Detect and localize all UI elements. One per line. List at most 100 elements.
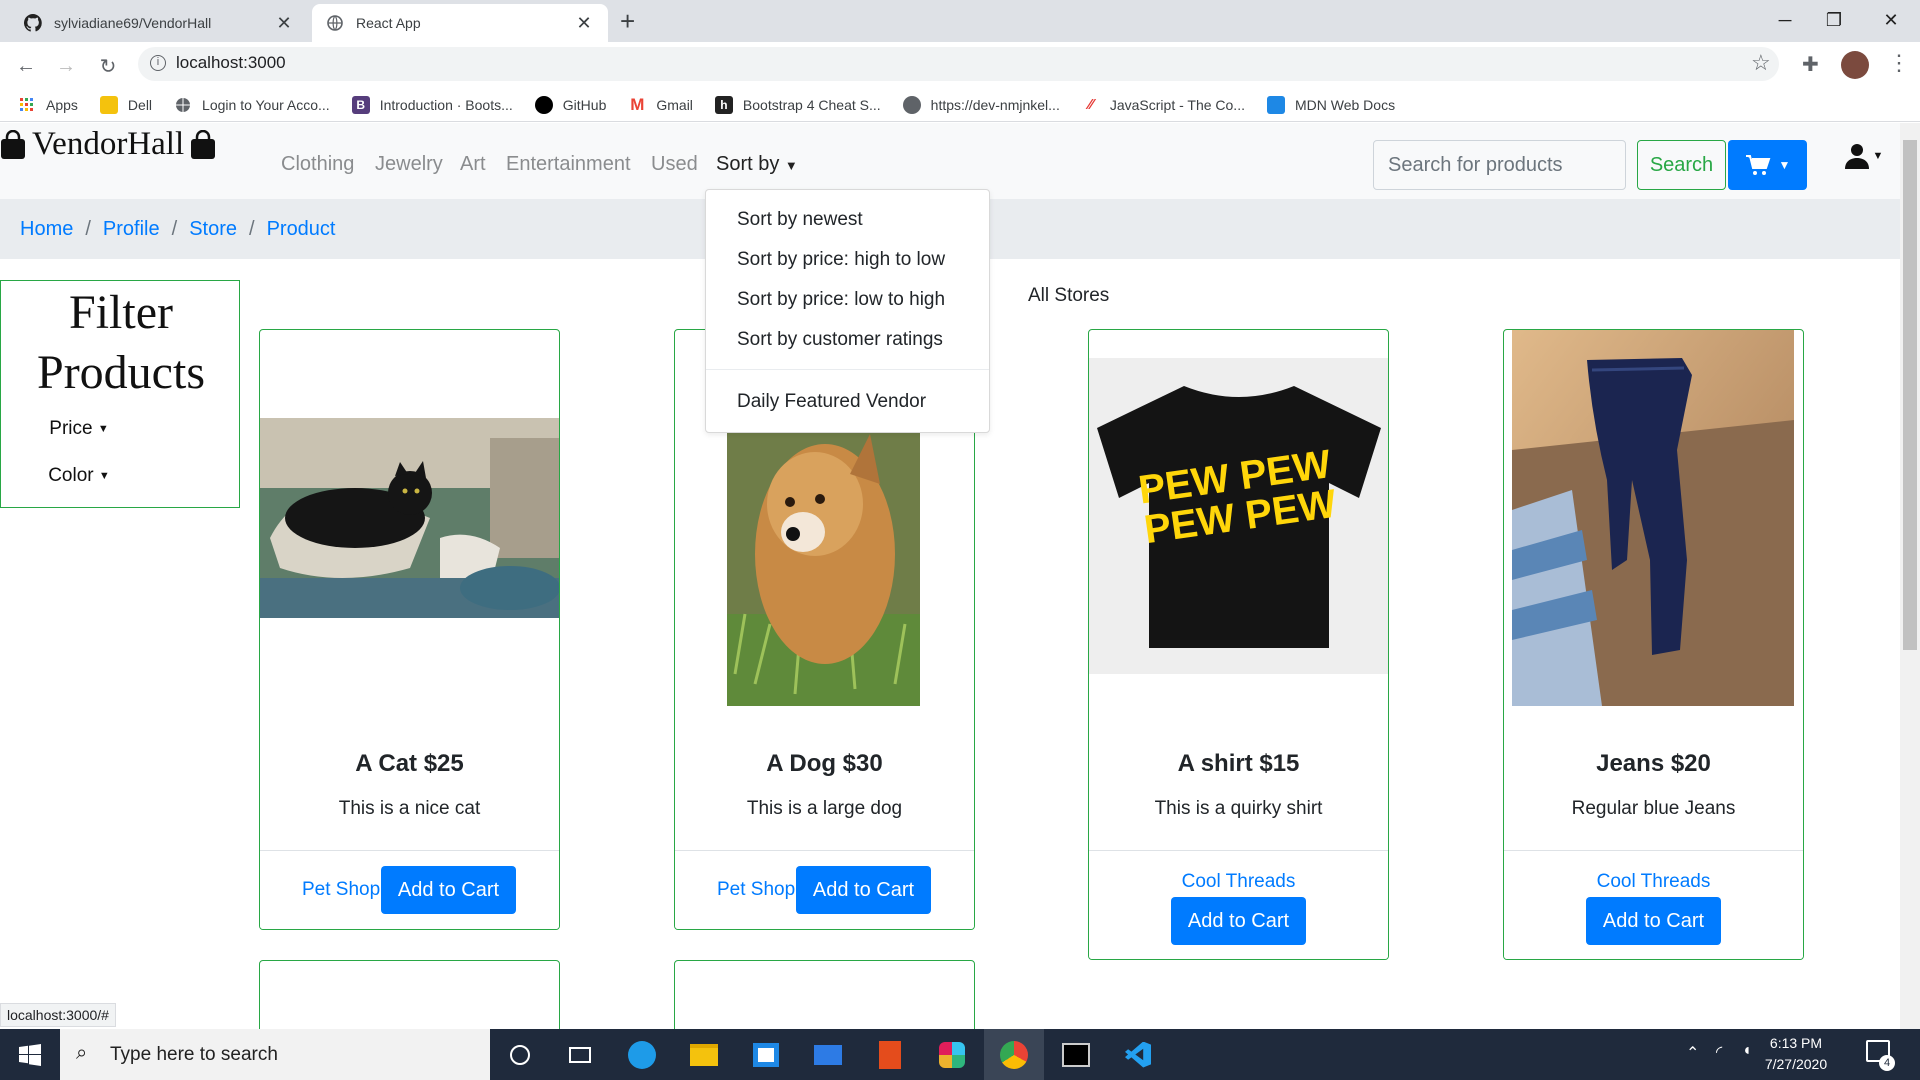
tab-react-app[interactable]: React App ✕ <box>312 4 608 42</box>
tab-github[interactable]: sylviadiane69/VendorHall ✕ <box>10 4 308 42</box>
close-tab-icon[interactable]: ✕ <box>574 13 594 34</box>
daily-featured-vendor-item[interactable]: Daily Featured Vendor <box>706 382 989 422</box>
card-footer: Cool Threads Add to Cart <box>1504 850 1803 959</box>
jeans-photo[interactable] <box>1512 330 1794 706</box>
scrollbar-thumb[interactable] <box>1903 140 1917 650</box>
edge-icon[interactable] <box>612 1029 672 1080</box>
product-description: This is a quirky shirt <box>1154 798 1323 819</box>
minimize-icon[interactable]: ─ <box>1760 4 1810 36</box>
add-to-cart-button[interactable]: Add to Cart <box>1586 897 1721 945</box>
nav-link-art[interactable]: Art <box>460 153 486 176</box>
volume-icon[interactable]: ◖ <box>1742 1042 1752 1060</box>
slack-icon[interactable] <box>922 1029 982 1080</box>
product-card: PEW PEW PEW PEW A shirt $15 This is a qu… <box>1088 329 1389 960</box>
terminal-icon[interactable] <box>1046 1029 1106 1080</box>
add-to-cart-button[interactable]: Add to Cart <box>1171 897 1306 945</box>
close-tab-icon[interactable]: ✕ <box>274 13 294 34</box>
shirt-photo[interactable]: PEW PEW PEW PEW <box>1089 358 1388 674</box>
mail-icon[interactable] <box>798 1029 858 1080</box>
bookmark-label: https://dev-nmjnkel... <box>930 96 1060 113</box>
cortana-icon[interactable] <box>490 1029 550 1080</box>
office-icon[interactable] <box>860 1029 920 1080</box>
search-input[interactable]: Search for products <box>1373 140 1626 190</box>
breadcrumb-separator: / <box>249 217 255 240</box>
cat-photo[interactable] <box>260 418 559 618</box>
vendor-link[interactable]: Cool Threads <box>1089 871 1388 893</box>
sort-by-dropdown[interactable]: Sort by ▼ <box>716 153 798 176</box>
globe-icon <box>174 96 192 114</box>
javascript-icon: ⁄⁄ <box>1088 96 1094 113</box>
bookmark-login[interactable]: Login to Your Acco... <box>174 96 330 114</box>
bookmark-label: Apps <box>46 96 78 113</box>
bookmark-javascript[interactable]: ⁄⁄ JavaScript - The Co... <box>1082 96 1245 114</box>
breadcrumb-profile[interactable]: Profile <box>103 218 160 241</box>
taskbar-search-box[interactable]: ⌕ Type here to search <box>60 1029 490 1080</box>
sort-by-label: Sort by <box>716 153 780 175</box>
wifi-icon[interactable]: ◜ <box>1716 1042 1722 1062</box>
extensions-icon[interactable]: ✚ <box>1802 52 1819 77</box>
bookmark-dev[interactable]: https://dev-nmjnkel... <box>902 95 1060 114</box>
address-bar[interactable] <box>138 47 1779 81</box>
user-dropdown-button[interactable]: ▼ <box>1839 136 1889 176</box>
bookmarks-bar: Apps Dell Login to Your Acco... B Introd… <box>0 88 1920 122</box>
avatar[interactable] <box>1841 51 1869 79</box>
maximize-icon[interactable]: ❐ <box>1809 4 1859 36</box>
add-to-cart-button[interactable]: Add to Cart <box>381 866 516 914</box>
nav-link-used[interactable]: Used <box>651 153 698 176</box>
nav-link-jewelry[interactable]: Jewelry <box>375 153 443 176</box>
windows-start-icon[interactable] <box>0 1029 60 1080</box>
reload-icon[interactable]: ↻ <box>92 50 124 82</box>
file-explorer-icon[interactable] <box>674 1029 734 1080</box>
sort-price-low-high-item[interactable]: Sort by price: low to high <box>706 280 989 320</box>
forward-arrow-icon[interactable]: → <box>50 50 82 82</box>
bookmark-mdn[interactable]: MDN Web Docs <box>1266 95 1395 114</box>
nav-link-clothing[interactable]: Clothing <box>281 153 354 176</box>
task-view-icon[interactable] <box>550 1029 610 1080</box>
dog-photo[interactable] <box>675 414 974 706</box>
vscode-icon[interactable] <box>1108 1029 1168 1080</box>
info-icon[interactable]: i <box>150 55 166 71</box>
bookmark-star-icon[interactable]: ☆ <box>1751 50 1771 76</box>
brand-logo[interactable]: VendorHall <box>0 126 216 163</box>
bookmark-dell[interactable]: Dell <box>99 95 152 114</box>
cart-dropdown-button[interactable]: ▼ <box>1728 140 1807 190</box>
clock-date: 7/27/2020 <box>1764 1056 1828 1072</box>
vendor-link[interactable]: Pet Shop <box>302 879 380 901</box>
taskbar-clock[interactable]: 6:13 PM 7/27/2020 <box>1760 1033 1832 1075</box>
caret-down-icon: ▼ <box>97 423 109 435</box>
color-filter-dropdown[interactable]: Color ▼ <box>34 456 124 496</box>
sort-price-high-low-item[interactable]: Sort by price: high to low <box>706 240 989 280</box>
search-button[interactable]: Search <box>1637 140 1726 190</box>
new-tab-icon[interactable]: + <box>620 6 635 36</box>
vendor-link[interactable]: Cool Threads <box>1504 871 1803 893</box>
bookmark-label: JavaScript - The Co... <box>1109 96 1245 113</box>
menu-kebab-icon[interactable]: ⋮ <box>1888 50 1910 76</box>
chrome-icon[interactable] <box>984 1029 1044 1080</box>
breadcrumb-product[interactable]: Product <box>267 218 336 241</box>
bookmark-gmail[interactable]: M Gmail <box>628 95 693 114</box>
chevron-up-icon[interactable]: ⌃ <box>1686 1043 1699 1063</box>
sort-newest-item[interactable]: Sort by newest <box>706 200 989 240</box>
back-arrow-icon[interactable]: ← <box>10 50 42 82</box>
product-title: Jeans $20 <box>1596 750 1711 777</box>
bookmark-cheatsheet[interactable]: h Bootstrap 4 Cheat S... <box>714 95 881 114</box>
bookmark-apps[interactable]: Apps <box>18 96 78 114</box>
breadcrumb-store[interactable]: Store <box>189 218 237 241</box>
breadcrumb-home[interactable]: Home <box>20 218 73 241</box>
store-icon[interactable] <box>736 1029 796 1080</box>
sort-ratings-item[interactable]: Sort by customer ratings <box>706 320 989 360</box>
nav-link-entertainment[interactable]: Entertainment <box>506 153 631 176</box>
brand-name: VendorHall <box>32 126 185 162</box>
globe-icon <box>902 95 921 114</box>
vendor-link[interactable]: Pet Shop <box>717 879 795 901</box>
bookmark-bootstrap-intro[interactable]: B Introduction · Boots... <box>351 95 513 114</box>
window-close-icon[interactable]: ✕ <box>1866 4 1916 36</box>
add-to-cart-button[interactable]: Add to Cart <box>796 866 931 914</box>
clock-time: 6:13 PM <box>1769 1035 1823 1051</box>
bookmark-github[interactable]: GitHub <box>534 95 606 114</box>
filter-title: Filter Products <box>37 286 205 399</box>
dropdown-divider <box>706 369 989 370</box>
mdn-icon <box>1266 95 1285 114</box>
price-filter-dropdown[interactable]: Price ▼ <box>34 409 124 449</box>
bookmark-label: Gmail <box>656 96 693 113</box>
